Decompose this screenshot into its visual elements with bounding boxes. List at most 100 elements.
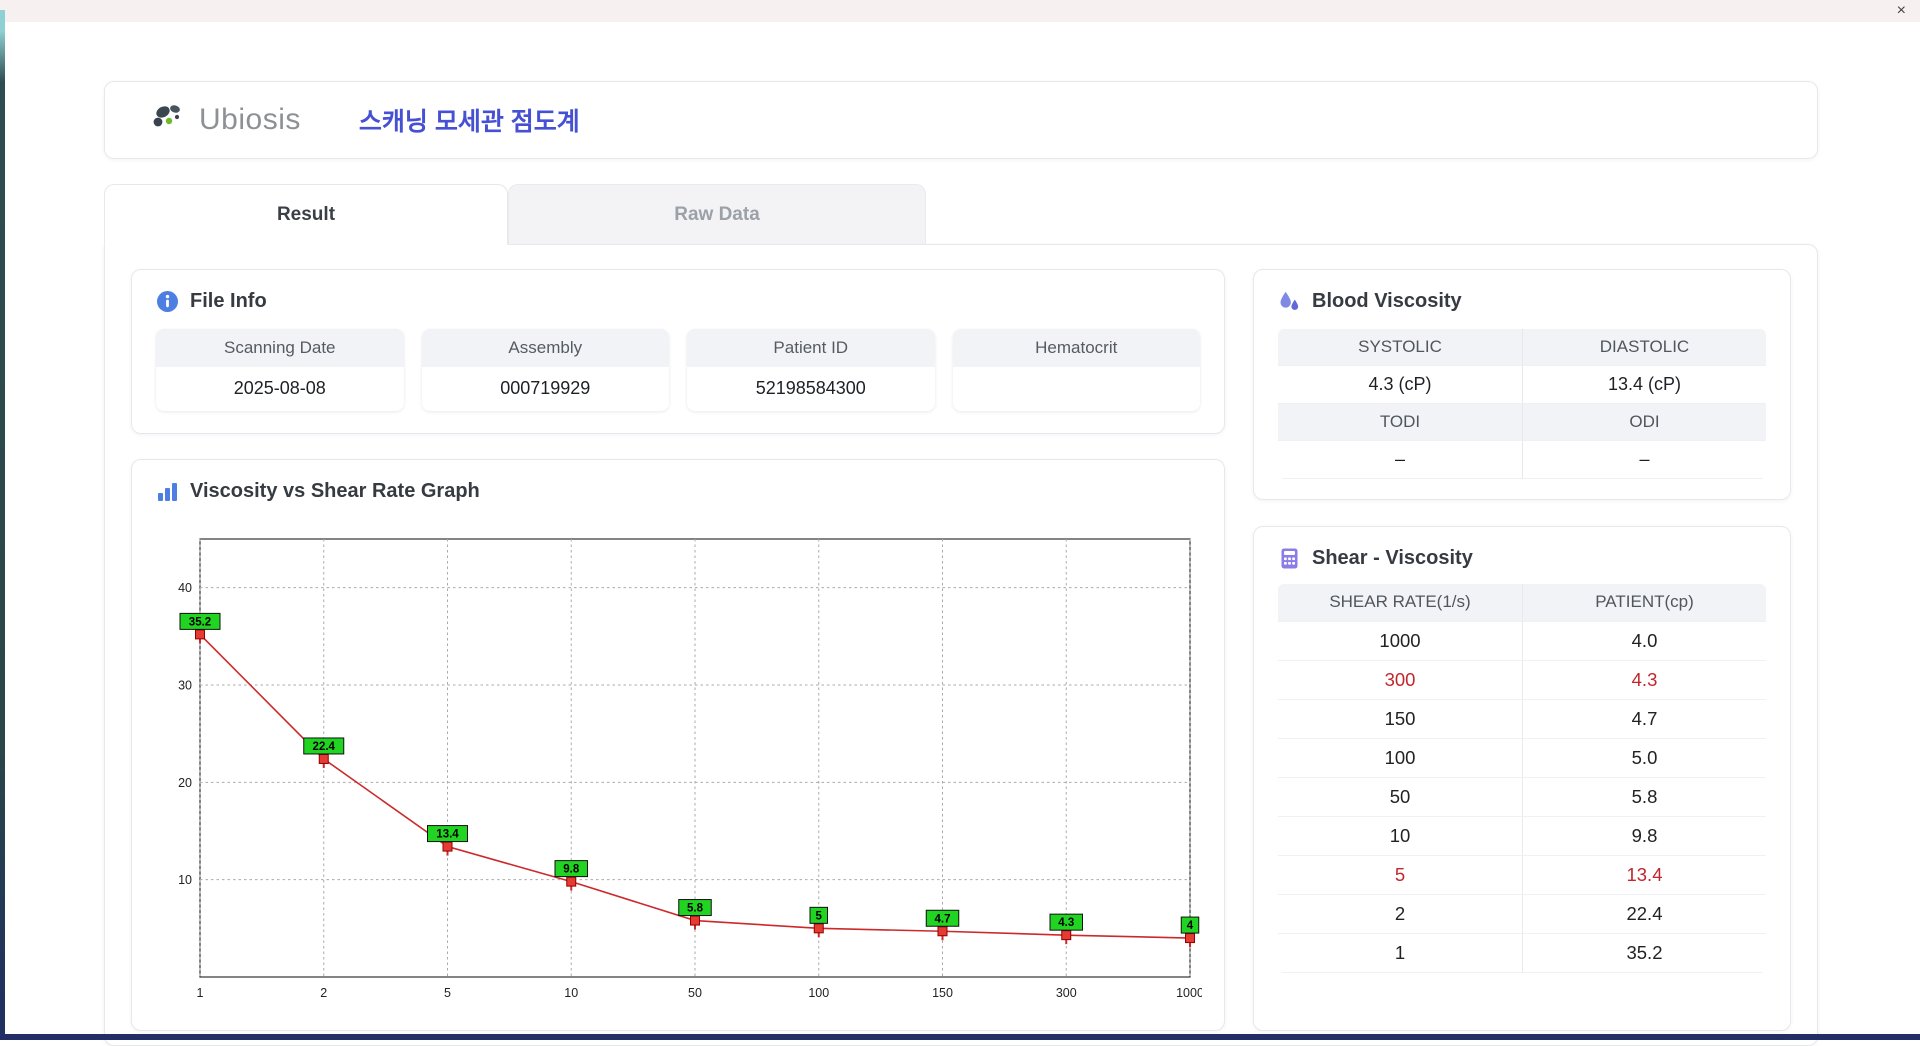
viscosity-graph-card: Viscosity vs Shear Rate Graph 10 20 30 40 1 2… — [131, 459, 1225, 1031]
svg-text:22.4: 22.4 — [313, 741, 336, 753]
right-column: Blood Viscosity SYSTOLIC DIASTOLIC 4.3 (… — [1253, 269, 1791, 1031]
graph-title-row: Viscosity vs Shear Rate Graph — [156, 480, 1200, 503]
diastolic-value: 13.4 (cP) — [1522, 366, 1766, 404]
odi-value: – — [1522, 441, 1766, 479]
svg-text:40: 40 — [178, 581, 192, 595]
shear-table-row: 3004.3 — [1278, 661, 1766, 700]
shear-table-row: 222.4 — [1278, 895, 1766, 934]
file-info-card: File Info Scanning Date 2025-08-08 Assem… — [131, 269, 1225, 434]
todi-label: TODI — [1278, 404, 1522, 441]
app-root: Ubiosis 스캐닝 모세관 점도계 Result Raw Data File… — [104, 81, 1818, 1046]
shear-table-body: 10004.03004.31504.71005.0505.8109.8513.4… — [1278, 622, 1766, 973]
field-value: 000719929 — [422, 367, 670, 411]
close-icon[interactable]: × — [1897, 3, 1906, 19]
shear-rate-value: 5 — [1278, 856, 1522, 895]
blood-viscosity-title-row: Blood Viscosity — [1278, 290, 1766, 313]
patient-viscosity-value: 22.4 — [1522, 895, 1766, 934]
ubiosis-logo: Ubiosis — [149, 100, 301, 140]
tab-result[interactable]: Result — [104, 184, 508, 245]
field-hematocrit: Hematocrit — [953, 329, 1201, 411]
left-column: File Info Scanning Date 2025-08-08 Assem… — [131, 269, 1225, 1031]
shear-rate-value: 150 — [1278, 700, 1522, 739]
patient-viscosity-value: 4.3 — [1522, 661, 1766, 700]
odi-label: ODI — [1522, 404, 1766, 441]
window-frame-left — [0, 10, 5, 1040]
field-assembly: Assembly 000719929 — [422, 329, 670, 411]
field-value — [953, 367, 1201, 410]
shear-table-row: 135.2 — [1278, 934, 1766, 973]
svg-text:1: 1 — [197, 986, 204, 1000]
systolic-value: 4.3 (cP) — [1278, 366, 1522, 404]
todi-value: – — [1278, 441, 1522, 479]
chart-area: 102030401251050100150300100035.222.413.4… — [156, 515, 1200, 1020]
logo-text: Ubiosis — [199, 103, 301, 137]
field-label: Patient ID — [687, 329, 935, 367]
window-frame-bottom — [0, 1034, 1920, 1040]
ubiosis-logo-icon — [149, 100, 193, 140]
patient-column-header: PATIENT(cp) — [1522, 584, 1766, 622]
blood-viscosity-grid: SYSTOLIC DIASTOLIC 4.3 (cP) 13.4 (cP) TO… — [1278, 329, 1766, 479]
blood-viscosity-title: Blood Viscosity — [1312, 290, 1462, 313]
shear-table-row: 1005.0 — [1278, 739, 1766, 778]
svg-text:2: 2 — [320, 986, 327, 1000]
field-scanning-date: Scanning Date 2025-08-08 — [156, 329, 404, 411]
shear-viscosity-table: SHEAR RATE(1/s) PATIENT(cp) 10004.03004.… — [1278, 584, 1766, 973]
svg-text:4: 4 — [1187, 920, 1194, 932]
shear-table-row: 109.8 — [1278, 817, 1766, 856]
svg-text:10: 10 — [178, 873, 192, 887]
file-info-fields: Scanning Date 2025-08-08 Assembly 000719… — [156, 329, 1200, 411]
shear-rate-value: 300 — [1278, 661, 1522, 700]
shear-viscosity-card: Shear - Viscosity SHEAR RATE(1/s) PATIEN… — [1253, 526, 1791, 1031]
patient-viscosity-value: 4.7 — [1522, 700, 1766, 739]
patient-viscosity-value: 4.0 — [1522, 622, 1766, 661]
shear-table-header: SHEAR RATE(1/s) PATIENT(cp) — [1278, 584, 1766, 622]
field-label: Scanning Date — [156, 329, 404, 367]
tab-raw-data[interactable]: Raw Data — [508, 184, 926, 245]
svg-text:300: 300 — [1056, 986, 1077, 1000]
shear-rate-value: 1 — [1278, 934, 1522, 973]
shear-rate-column-header: SHEAR RATE(1/s) — [1278, 584, 1522, 622]
svg-text:150: 150 — [932, 986, 953, 1000]
svg-text:50: 50 — [688, 986, 702, 1000]
svg-text:4.3: 4.3 — [1058, 917, 1074, 929]
file-info-title-row: File Info — [156, 290, 1200, 313]
field-value: 52198584300 — [687, 367, 935, 411]
shear-rate-value: 10 — [1278, 817, 1522, 856]
shear-table-row: 10004.0 — [1278, 622, 1766, 661]
graph-title: Viscosity vs Shear Rate Graph — [190, 480, 480, 503]
shear-viscosity-title: Shear - Viscosity — [1312, 547, 1473, 570]
shear-rate-value: 1000 — [1278, 622, 1522, 661]
patient-viscosity-value: 5.0 — [1522, 739, 1766, 778]
svg-text:1000: 1000 — [1176, 986, 1202, 1000]
svg-text:5.8: 5.8 — [687, 903, 704, 915]
tab-bar: Result Raw Data — [104, 184, 1818, 245]
svg-text:5: 5 — [816, 910, 823, 922]
shear-table-row: 505.8 — [1278, 778, 1766, 817]
content-card: File Info Scanning Date 2025-08-08 Assem… — [104, 244, 1818, 1046]
patient-viscosity-value: 35.2 — [1522, 934, 1766, 973]
shear-table-row: 513.4 — [1278, 856, 1766, 895]
field-value: 2025-08-08 — [156, 367, 404, 411]
svg-text:35.2: 35.2 — [189, 616, 211, 628]
svg-text:30: 30 — [178, 679, 192, 693]
viscosity-shear-chart: 102030401251050100150300100035.222.413.4… — [156, 515, 1202, 1015]
svg-text:9.8: 9.8 — [563, 864, 580, 876]
field-patient-id: Patient ID 52198584300 — [687, 329, 935, 411]
info-icon — [156, 290, 179, 313]
patient-viscosity-value: 5.8 — [1522, 778, 1766, 817]
shear-table-row: 1504.7 — [1278, 700, 1766, 739]
svg-text:4.7: 4.7 — [935, 913, 951, 925]
header-card: Ubiosis 스캐닝 모세관 점도계 — [104, 81, 1818, 159]
bar-chart-icon — [156, 480, 179, 503]
page-title: 스캐닝 모세관 점도계 — [359, 102, 580, 138]
svg-text:20: 20 — [178, 776, 192, 790]
svg-text:100: 100 — [808, 986, 829, 1000]
diastolic-label: DIASTOLIC — [1522, 329, 1766, 366]
svg-text:13.4: 13.4 — [436, 829, 459, 841]
shear-viscosity-title-row: Shear - Viscosity — [1278, 547, 1766, 570]
field-label: Assembly — [422, 329, 670, 367]
droplets-icon — [1278, 290, 1301, 313]
patient-viscosity-value: 13.4 — [1522, 856, 1766, 895]
blood-viscosity-card: Blood Viscosity SYSTOLIC DIASTOLIC 4.3 (… — [1253, 269, 1791, 500]
shear-rate-value: 50 — [1278, 778, 1522, 817]
